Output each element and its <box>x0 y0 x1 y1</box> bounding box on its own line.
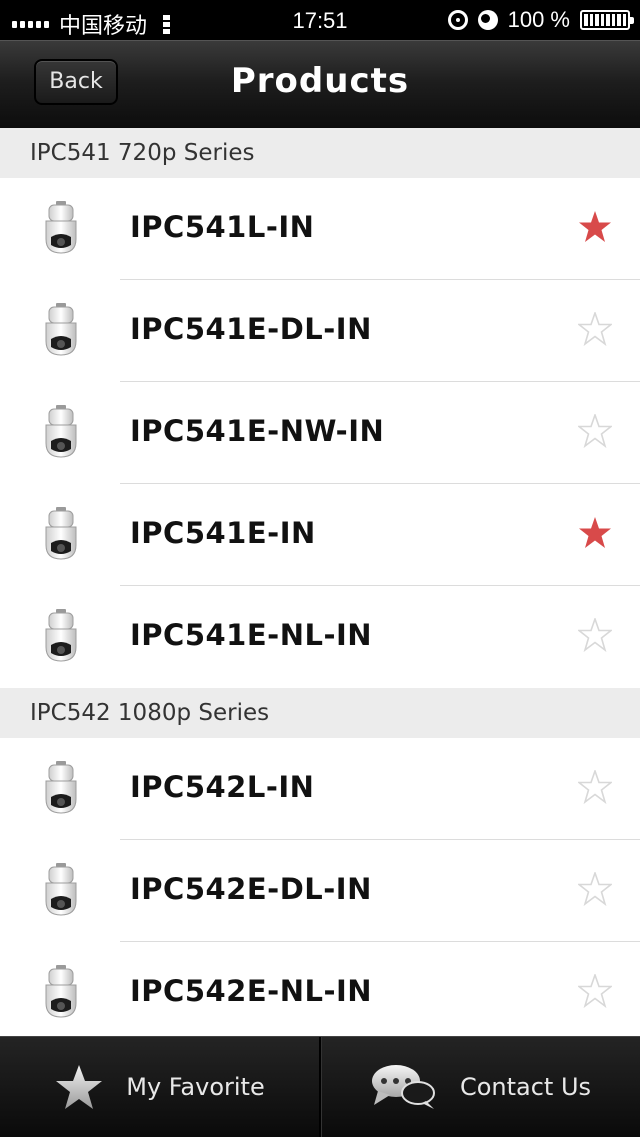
star-outline-icon[interactable] <box>578 770 612 804</box>
product-row[interactable]: IPC542E-DL-IN <box>0 840 640 942</box>
product-row[interactable]: IPC541E-DL-IN <box>0 280 640 382</box>
camera-icon <box>45 863 77 916</box>
product-name: IPC541E-IN <box>130 516 316 550</box>
tab-my-favorite-label: My Favorite <box>126 1073 265 1101</box>
camera-icon <box>45 761 77 814</box>
battery-icon <box>580 10 634 30</box>
camera-icon <box>45 609 77 662</box>
orientation-lock-icon <box>447 10 468 30</box>
star-outline-icon[interactable] <box>578 974 612 1008</box>
star-outline-icon[interactable] <box>578 872 612 906</box>
product-list: IPC541 720p Series IPC541L-IN IPC541E-DL-I… <box>0 128 640 1044</box>
product-name: IPC541E-DL-IN <box>130 312 372 346</box>
product-row[interactable]: IPC541E-NL-IN <box>0 586 640 688</box>
page-title: Products <box>230 61 410 101</box>
camera-icon <box>45 201 77 254</box>
camera-icon <box>45 507 77 560</box>
navigation-bar: Back Products <box>0 40 640 129</box>
star-outline-icon[interactable] <box>578 414 612 448</box>
camera-icon <box>45 405 77 458</box>
section-header: IPC542 1080p Series <box>0 688 640 738</box>
tab-contact-us-label: Contact Us <box>459 1073 592 1101</box>
product-name: IPC542E-NL-IN <box>130 974 373 1008</box>
do-not-disturb-icon <box>477 10 498 30</box>
product-row[interactable]: IPC541E-NW-IN <box>0 382 640 484</box>
product-row[interactable]: IPC541L-IN <box>0 178 640 280</box>
product-name: IPC541E-NW-IN <box>130 414 385 448</box>
star-icon <box>56 1065 103 1109</box>
star-filled-icon[interactable] <box>578 516 612 550</box>
battery-percent: 100 % <box>507 7 570 32</box>
camera-icon <box>45 965 77 1018</box>
star-filled-icon[interactable] <box>578 210 612 244</box>
tab-my-favorite[interactable]: My Favorite <box>0 1037 319 1137</box>
tab-contact-us[interactable]: Contact Us <box>321 1037 640 1137</box>
product-name: IPC542E-DL-IN <box>130 872 372 906</box>
product-row[interactable]: IPC541E-IN <box>0 484 640 586</box>
product-name: IPC541E-NL-IN <box>130 618 373 652</box>
product-name: IPC541L-IN <box>130 210 315 244</box>
star-outline-icon[interactable] <box>578 618 612 652</box>
chat-bubbles-icon <box>371 1065 435 1109</box>
status-right: 100 % <box>447 7 634 33</box>
tab-bar: My Favorite Contact Us <box>0 1036 640 1137</box>
camera-icon <box>45 303 77 356</box>
product-name: IPC542L-IN <box>130 770 315 804</box>
product-row[interactable]: IPC542E-NL-IN <box>0 942 640 1044</box>
section-header: IPC541 720p Series <box>0 128 640 178</box>
star-outline-icon[interactable] <box>578 312 612 346</box>
status-bar: 中国移动 17:51 100 % <box>0 0 640 40</box>
product-row[interactable]: IPC542L-IN <box>0 738 640 840</box>
